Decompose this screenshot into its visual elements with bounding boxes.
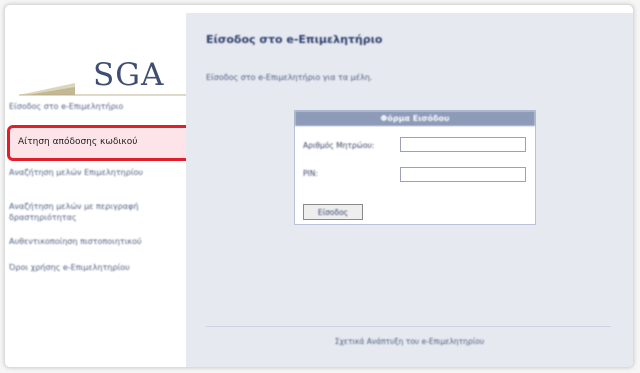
sidebar-item-code-request[interactable]: Αίτηση απόδοσης κωδικού [7, 125, 193, 161]
sidebar-item-terms[interactable]: Όροι χρήσης e-Επιμελητηρίου [5, 262, 183, 273]
logo-text: SGA [93, 57, 165, 93]
page-description: Είσοδος στο e-Επιμελητήριο για τα μέλη. [206, 73, 373, 82]
main-content: Είσοδος στο e-Επιμελητήριο Είσοδος στο e… [186, 13, 633, 367]
login-button-label: Είσοδος [317, 207, 349, 217]
sidebar-item-login[interactable]: Είσοδος στο e-Επιμελητήριο [5, 101, 183, 112]
footer-link[interactable]: Σχετικά Ανάπτυξη του e-Επιμελητηρίου [186, 337, 633, 346]
page-title: Είσοδος στο e-Επιμελητήριο [206, 33, 383, 46]
login-button[interactable]: Είσοδος [303, 204, 363, 220]
member-number-input[interactable] [400, 137, 526, 152]
browser-window: SGA Είσοδος στο e-Επιμελητήριο Αίτηση απ… [4, 4, 634, 368]
sidebar-item-certificate-auth[interactable]: Αυθεντικοποίηση πιστοποιητικού [5, 236, 183, 247]
sidebar-item-activity-search[interactable]: Αναζήτηση μελών με περιγραφή δραστηριότη… [5, 201, 183, 223]
sidebar: SGA Είσοδος στο e-Επιμελητήριο Αίτηση απ… [5, 5, 193, 367]
login-form: Φόρμα Εισόδου Αριθμός Μητρώου: PIN: Είσο… [294, 110, 536, 225]
member-number-label: Αριθμός Μητρώου: [303, 141, 375, 150]
sidebar-item-member-search[interactable]: Αναζήτηση μελών Επιμελητηρίου [5, 167, 183, 178]
footer-divider [206, 326, 611, 327]
pin-input[interactable] [400, 167, 526, 182]
sga-logo: SGA [19, 57, 189, 97]
pin-label: PIN: [303, 169, 318, 178]
form-header: Φόρμα Εισόδου [295, 111, 535, 126]
